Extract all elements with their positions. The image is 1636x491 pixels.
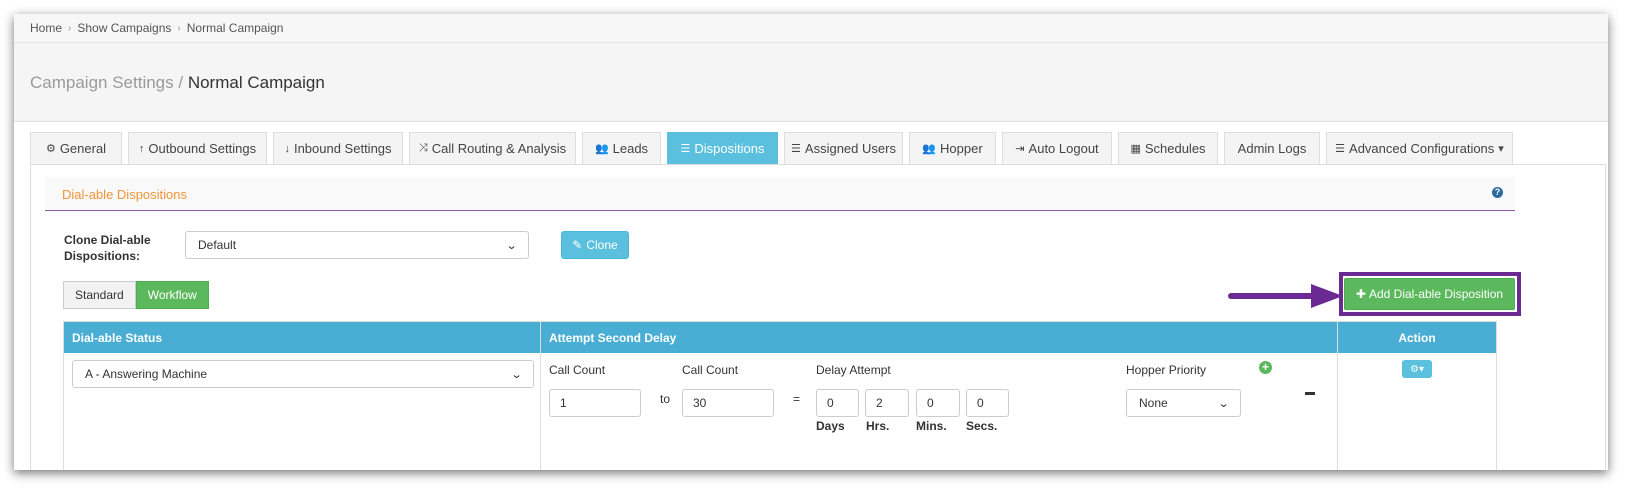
hours-label: Hrs. <box>866 419 890 433</box>
chevron-right-icon: › <box>177 22 181 34</box>
tab-auto-logout[interactable]: ⇥ Auto Logout <box>1002 132 1112 164</box>
header-status: Dial-able Status <box>64 322 541 353</box>
add-disposition-button[interactable]: ✚ Add Dial-able Disposition <box>1344 278 1515 310</box>
days-label: Days <box>816 419 845 433</box>
call-count-from-label: Call Count <box>549 363 606 377</box>
toggle-standard[interactable]: Standard <box>63 281 136 309</box>
add-disposition-label: Add Dial-able Disposition <box>1368 287 1504 301</box>
tab-leads[interactable]: 👥 Leads <box>582 132 661 164</box>
hopper-priority-label: Hopper Priority <box>1126 363 1207 377</box>
tab-advanced-configurations[interactable]: ☰ Advanced Configurations ▾ <box>1326 132 1513 164</box>
action-gear-button[interactable]: ⚙▾ <box>1402 360 1432 378</box>
page-title: Campaign Settings / Normal Campaign <box>14 43 1608 122</box>
tab-schedules[interactable]: ▦ Schedules <box>1118 132 1218 164</box>
users-icon: 👥 <box>594 143 609 155</box>
tab-outbound-settings[interactable]: ↑ Outbound Settings <box>128 132 267 164</box>
days-input[interactable]: 0 <box>816 389 859 417</box>
chevron-down-icon: ⌄ <box>510 368 523 381</box>
chevron-right-icon: › <box>68 22 72 34</box>
breadcrumb-home[interactable]: Home <box>30 21 62 35</box>
page-title-section: Campaign Settings / <box>30 73 184 92</box>
tab-admin-logs[interactable]: Admin Logs <box>1224 132 1320 164</box>
call-count-to-label: Call Count <box>682 363 739 377</box>
chevron-down-icon: ⌄ <box>1217 397 1230 410</box>
call-count-from-input[interactable]: 1 <box>549 389 641 417</box>
arrow-down-icon: ↓ <box>284 142 290 155</box>
calendar-icon: ▦ <box>1130 143 1141 155</box>
call-count-to-input[interactable]: 30 <box>682 389 774 417</box>
users-icon: 👥 <box>922 143 937 155</box>
list-alt-icon: ☰ <box>1335 143 1346 155</box>
list-icon: ☰ <box>680 143 691 155</box>
hopper-priority-select[interactable]: None ⌄ <box>1126 389 1241 417</box>
tab-call-routing[interactable]: ⤨ Call Routing & Analysis <box>409 132 576 164</box>
column-divider <box>1337 322 1338 470</box>
app-window: Home › Show Campaigns › Normal Campaign … <box>14 14 1608 470</box>
caret-down-icon: ▾ <box>1498 143 1504 155</box>
mode-toggle: Standard Workflow <box>63 281 209 309</box>
clone-select-value: Default <box>198 238 237 252</box>
gear-icon: ⚙▾ <box>1410 363 1424 375</box>
list-icon: ☰ <box>791 143 801 155</box>
dispositions-panel: Dial-able Dispositions ? Clone Dial-able… <box>30 164 1606 470</box>
tab-inbound-settings[interactable]: ↓ Inbound Settings <box>273 132 403 164</box>
column-divider <box>540 322 541 470</box>
sign-out-icon: ⇥ <box>1015 143 1025 155</box>
minutes-input[interactable]: 0 <box>916 389 960 417</box>
plus-icon: ✚ <box>1355 287 1366 301</box>
header-delay: Attempt Second Delay <box>541 322 1338 353</box>
breadcrumb-current: Normal Campaign <box>186 21 284 35</box>
hopper-priority-value: None <box>1139 396 1168 410</box>
clone-button-label: Clone <box>586 238 618 252</box>
edit-icon: ✎ <box>572 238 583 252</box>
clone-select[interactable]: Default ⌄ <box>185 231 529 259</box>
delay-attempt-label: Delay Attempt <box>816 363 891 377</box>
question-circle-icon[interactable]: ? <box>1492 187 1503 198</box>
remove-row-icon[interactable] <box>1305 392 1315 395</box>
seconds-label: Secs. <box>966 419 998 433</box>
toggle-workflow[interactable]: Workflow <box>135 281 209 309</box>
header-action: Action <box>1338 322 1496 353</box>
tab-general[interactable]: ⚙ General <box>30 132 122 164</box>
tab-dispositions[interactable]: ☰ Dispositions <box>667 132 778 164</box>
tab-hopper[interactable]: 👥 Hopper <box>909 132 996 164</box>
equals-label: = <box>793 392 801 406</box>
chevron-down-icon: ⌄ <box>505 239 518 252</box>
shuffle-icon: ⤨ <box>418 142 428 154</box>
pointer-arrow-annotation <box>1228 284 1343 308</box>
minutes-label: Mins. <box>916 419 947 433</box>
tab-assigned-users[interactable]: ☰ Assigned Users <box>784 132 903 164</box>
seconds-input[interactable]: 0 <box>966 389 1009 417</box>
section-title: Dial-able Dispositions <box>62 187 187 202</box>
clone-button[interactable]: ✎ Clone <box>561 231 629 259</box>
to-label: to <box>660 392 671 406</box>
section-header: Dial-able Dispositions ? <box>45 177 1515 211</box>
dispositions-table: Dial-able Status Attempt Second Delay Ac… <box>63 321 1497 470</box>
status-select-value: A - Answering Machine <box>85 367 208 381</box>
settings-tabs: ⚙ General ↑ Outbound Settings ↓ Inbound Set… <box>30 126 1513 166</box>
arrow-up-icon: ↑ <box>138 142 145 155</box>
breadcrumb: Home › Show Campaigns › Normal Campaign <box>14 14 1608 43</box>
clone-label: Clone Dial-able Dispositions: <box>64 233 151 263</box>
add-row-icon[interactable]: + <box>1259 361 1272 374</box>
breadcrumb-show-campaigns[interactable]: Show Campaigns <box>77 21 171 35</box>
hours-input[interactable]: 2 <box>865 389 909 417</box>
page-title-name: Normal Campaign <box>187 73 325 92</box>
status-select[interactable]: A - Answering Machine ⌄ <box>72 360 534 388</box>
cogs-icon: ⚙ <box>45 143 56 155</box>
